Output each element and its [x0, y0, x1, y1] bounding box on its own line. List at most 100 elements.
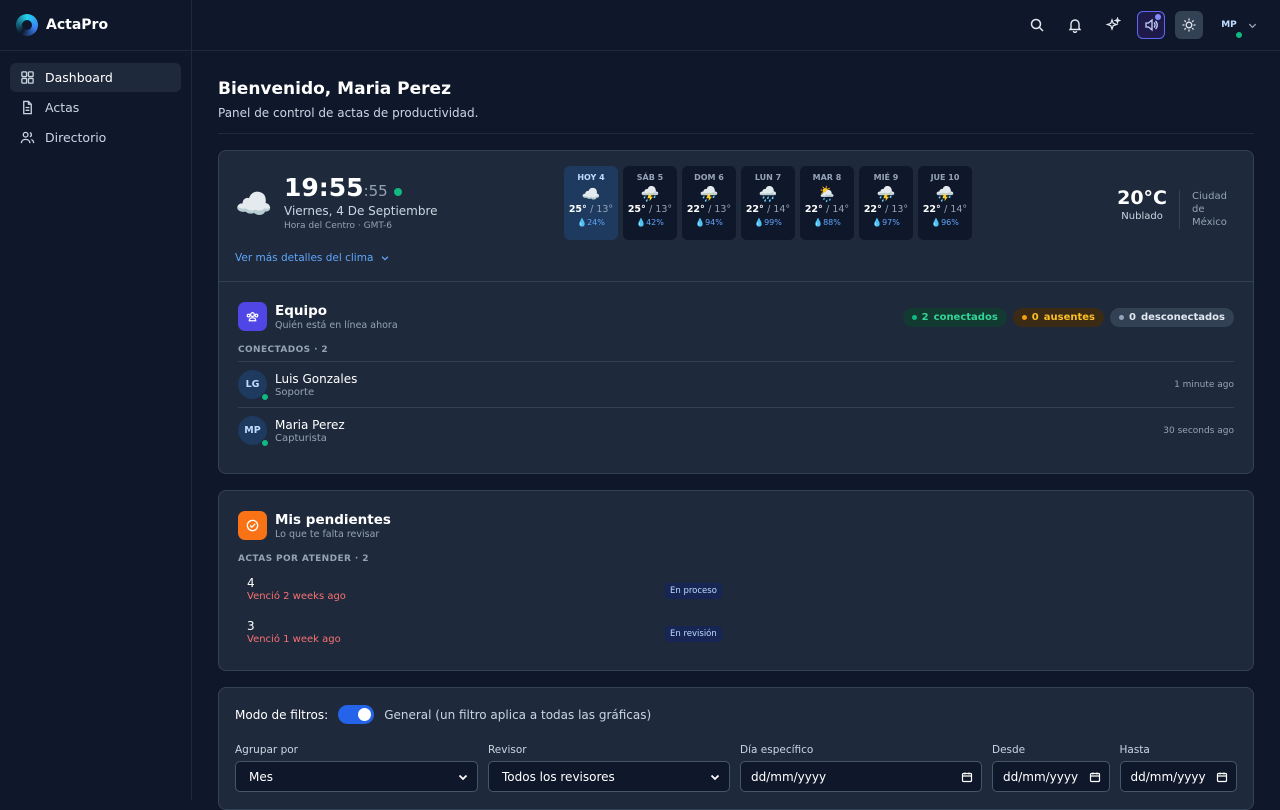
filters-card: Modo de filtros: General (un filtro apli…	[218, 687, 1254, 810]
clock-seconds: :55	[363, 182, 388, 200]
ai-assistant-button[interactable]	[1099, 11, 1127, 39]
grid-icon	[21, 71, 34, 84]
clock-timezone: Hora del Centro · GMT-6	[284, 221, 392, 231]
status-badge: 2 conectados	[902, 308, 1007, 327]
member-name: Maria Perez	[275, 417, 345, 432]
sidebar-item-label: Actas	[45, 100, 80, 115]
weather-icon: ⛈️	[935, 185, 955, 203]
sidebar-item-actas[interactable]: Actas	[10, 93, 181, 122]
filter-mode-toggle[interactable]	[338, 705, 375, 724]
pending-list-label: ACTAS POR ATENDER · 2	[238, 554, 369, 564]
acta-id: 4	[247, 576, 255, 590]
connected-count: 2	[921, 312, 929, 323]
group-by-label: Agrupar por	[235, 744, 298, 756]
chevron-down-icon	[381, 256, 389, 261]
search-icon	[1030, 18, 1044, 32]
team-title: Equipo	[275, 302, 328, 319]
list-item[interactable]: MP Maria Perez Capturista 30 seconds ago	[238, 407, 1234, 453]
user-menu[interactable]: MP	[1217, 13, 1258, 39]
team-section: Equipo Quién está en línea ahora 2 conec…	[219, 282, 1253, 473]
forecast-day-label: SÁB 5	[636, 173, 664, 182]
weather-icon: ⛈️	[876, 185, 896, 203]
forecast-rain: 💧94%	[695, 218, 723, 227]
avatar-initials: MP	[244, 425, 261, 436]
forecast-day: SÁB 5 ⛈️ 25° / 13° 💧42%	[623, 166, 677, 240]
from-date-label: Desde	[991, 744, 1026, 756]
away-count: 0	[1031, 312, 1039, 323]
online-status-dot	[261, 393, 269, 401]
from-date-input[interactable]: dd/mm/yyyy	[991, 761, 1110, 792]
filter-mode-label: Modo de filtros:	[235, 707, 329, 722]
bell-icon	[1068, 19, 1082, 33]
sparkles-icon	[1105, 17, 1121, 31]
filter-mode-description: General (un filtro aplica a todas las gr…	[384, 707, 652, 722]
calendar-icon	[1216, 772, 1228, 782]
app-logo-icon	[16, 14, 38, 36]
acta-id: 3	[247, 619, 255, 633]
forecast-rain: 💧42%	[636, 218, 664, 227]
main-content: Bienvenido, Maria Perez Panel de control…	[218, 52, 1254, 810]
brand[interactable]: ActaPro	[0, 0, 191, 51]
avatar: MP	[238, 416, 269, 447]
forecast-high: 25°	[568, 204, 587, 215]
specific-day-input[interactable]: dd/mm/yyyy	[739, 761, 982, 792]
divider	[218, 133, 1254, 134]
member-role: Capturista	[275, 432, 327, 444]
status-badge: En revisión	[665, 626, 722, 642]
group-by-select[interactable]: Mes	[235, 761, 478, 792]
status-badge: 0 desconectados	[1110, 308, 1234, 327]
weather-icon: 🌦️	[817, 185, 837, 203]
status-pills: 2 conectados 0 ausentes 0 desconectados	[902, 308, 1234, 327]
online-status-dot	[1235, 31, 1243, 39]
indicator-dot	[1155, 14, 1161, 20]
group-by-value: Mes	[249, 769, 273, 784]
connected-label: conectados	[933, 312, 998, 323]
weather-details-link[interactable]: Ver más detalles del clima	[235, 252, 390, 264]
cloud-icon: ☁️	[235, 187, 273, 222]
clock-time: 19:55	[284, 173, 364, 202]
reviewer-select[interactable]: Todos los revisores	[487, 761, 730, 792]
forecast-day-label: MIÉ 9	[873, 173, 899, 182]
pending-card: Mis pendientes Lo que te falta revisar A…	[218, 490, 1254, 671]
live-indicator	[393, 187, 402, 196]
away-label: ausentes	[1043, 312, 1095, 323]
notifications-button[interactable]	[1061, 11, 1089, 39]
forecast-rain: 💧88%	[813, 218, 841, 227]
offline-count: 0	[1129, 312, 1136, 323]
sun-icon	[1182, 18, 1196, 32]
status-badge: En proceso	[665, 583, 722, 599]
forecast-low: / 14°	[767, 204, 791, 215]
topbar: MP	[192, 0, 1280, 51]
forecast-day: MIÉ 9 ⛈️ 22° / 13° 💧97%	[859, 166, 913, 240]
check-circle-icon	[238, 511, 267, 540]
avatar-initials: MP	[1221, 20, 1237, 30]
sidebar-item-dashboard[interactable]: Dashboard	[10, 63, 181, 92]
list-item[interactable]: 3 Venció 1 week ago En revisión	[238, 613, 1234, 656]
list-item[interactable]: LG Luis Gonzales Soporte 1 minute ago	[238, 361, 1234, 407]
theme-toggle-button[interactable]	[1175, 11, 1203, 39]
current-condition: Nublado	[1121, 211, 1163, 222]
to-date-value: dd/mm/yyyy	[1130, 769, 1206, 784]
weather-details-label: Ver más detalles del clima	[235, 252, 374, 264]
chevron-down-icon	[1248, 23, 1257, 28]
forecast-day-label: JUE 10	[930, 173, 960, 182]
avatar: LG	[238, 370, 269, 401]
calendar-icon	[1089, 772, 1100, 782]
clock: 19:55:55 Viernes, 4 De Septiembre Hora d…	[284, 173, 438, 231]
chevron-down-icon	[710, 774, 720, 780]
search-button[interactable]	[1023, 11, 1051, 39]
to-date-input[interactable]: dd/mm/yyyy	[1119, 761, 1238, 792]
team-icon	[238, 302, 267, 331]
sound-button[interactable]	[1137, 11, 1165, 39]
weather-icon: ⛈️	[699, 185, 719, 203]
sidebar-item-label: Directorio	[45, 130, 107, 145]
list-item[interactable]: 4 Venció 2 weeks ago En proceso	[238, 570, 1234, 613]
from-date-value: dd/mm/yyyy	[1002, 769, 1079, 784]
online-status-dot	[261, 439, 269, 447]
users-icon	[20, 131, 35, 144]
forecast-day-label: LUN 7	[754, 173, 782, 182]
forecast-rain: 💧99%	[754, 218, 782, 227]
sidebar-item-directorio[interactable]: Directorio	[10, 123, 181, 152]
forecast-day: MAR 8 🌦️ 22° / 14° 💧88%	[800, 166, 854, 240]
forecast-strip: HOY 4 ☁️ 25° / 13° 💧24% SÁB 5 ⛈️ 25° / 13° 💧42…	[564, 166, 972, 240]
